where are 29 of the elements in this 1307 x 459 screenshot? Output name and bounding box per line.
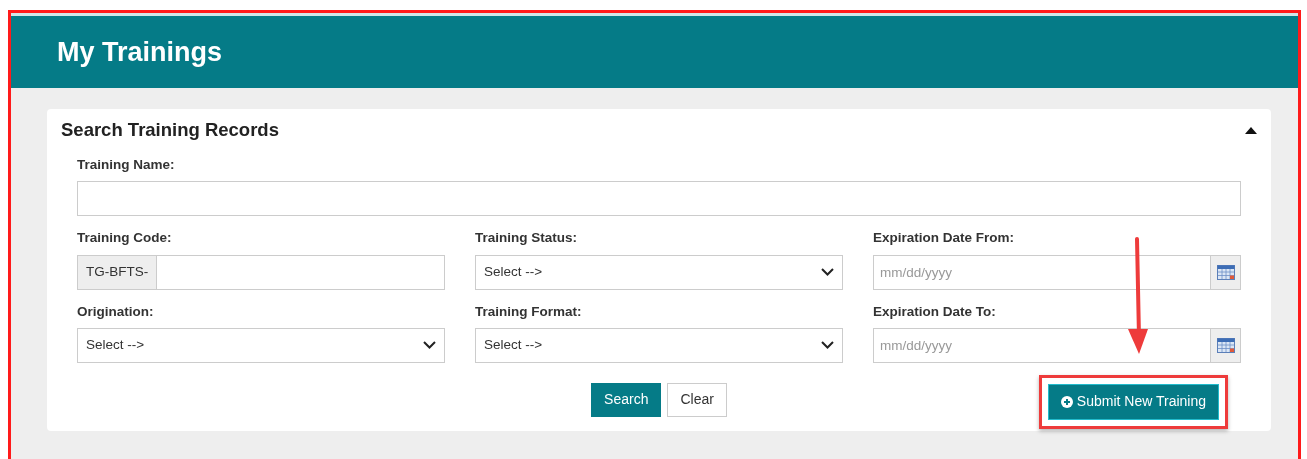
dropdown[interactable]: Select --> [77, 327, 445, 363]
input-field[interactable] [77, 181, 1241, 217]
calendar-button[interactable] [1211, 327, 1241, 363]
plus-circle-icon [1060, 395, 1073, 408]
dropdown[interactable]: Select --> [475, 327, 843, 363]
panel-title: Search Training Records [61, 119, 279, 142]
field-label: Expiration Date From: [873, 229, 1016, 248]
field-label: Training Name: [77, 156, 176, 175]
calendar-icon [1216, 264, 1235, 280]
date-field[interactable]: mm/dd/yyyy [873, 327, 1211, 363]
chevron-down-icon [423, 341, 436, 350]
field-label: Training Format: [475, 302, 583, 321]
search-button[interactable]: Search [591, 382, 662, 417]
date-field[interactable]: mm/dd/yyyy [873, 254, 1211, 290]
dropdown[interactable]: Select --> [475, 254, 843, 290]
submit-button[interactable]: Submit New Training [1047, 383, 1219, 420]
calendar-button[interactable] [1211, 254, 1241, 290]
input-field[interactable] [156, 254, 445, 290]
field-label: Origination: [77, 302, 155, 321]
chevron-down-icon [821, 341, 834, 350]
prefix-label: TG-BFTS- [77, 254, 157, 290]
page-title: My Trainings [57, 35, 223, 69]
chevron-down-icon [821, 268, 834, 277]
calendar-icon [1216, 337, 1235, 353]
clear-button[interactable]: Clear [667, 382, 727, 417]
collapse-icon[interactable] [1245, 126, 1257, 134]
field-label: Expiration Date To: [873, 302, 997, 321]
field-label: Training Code: [77, 229, 173, 248]
field-label: Training Status: [475, 229, 578, 248]
